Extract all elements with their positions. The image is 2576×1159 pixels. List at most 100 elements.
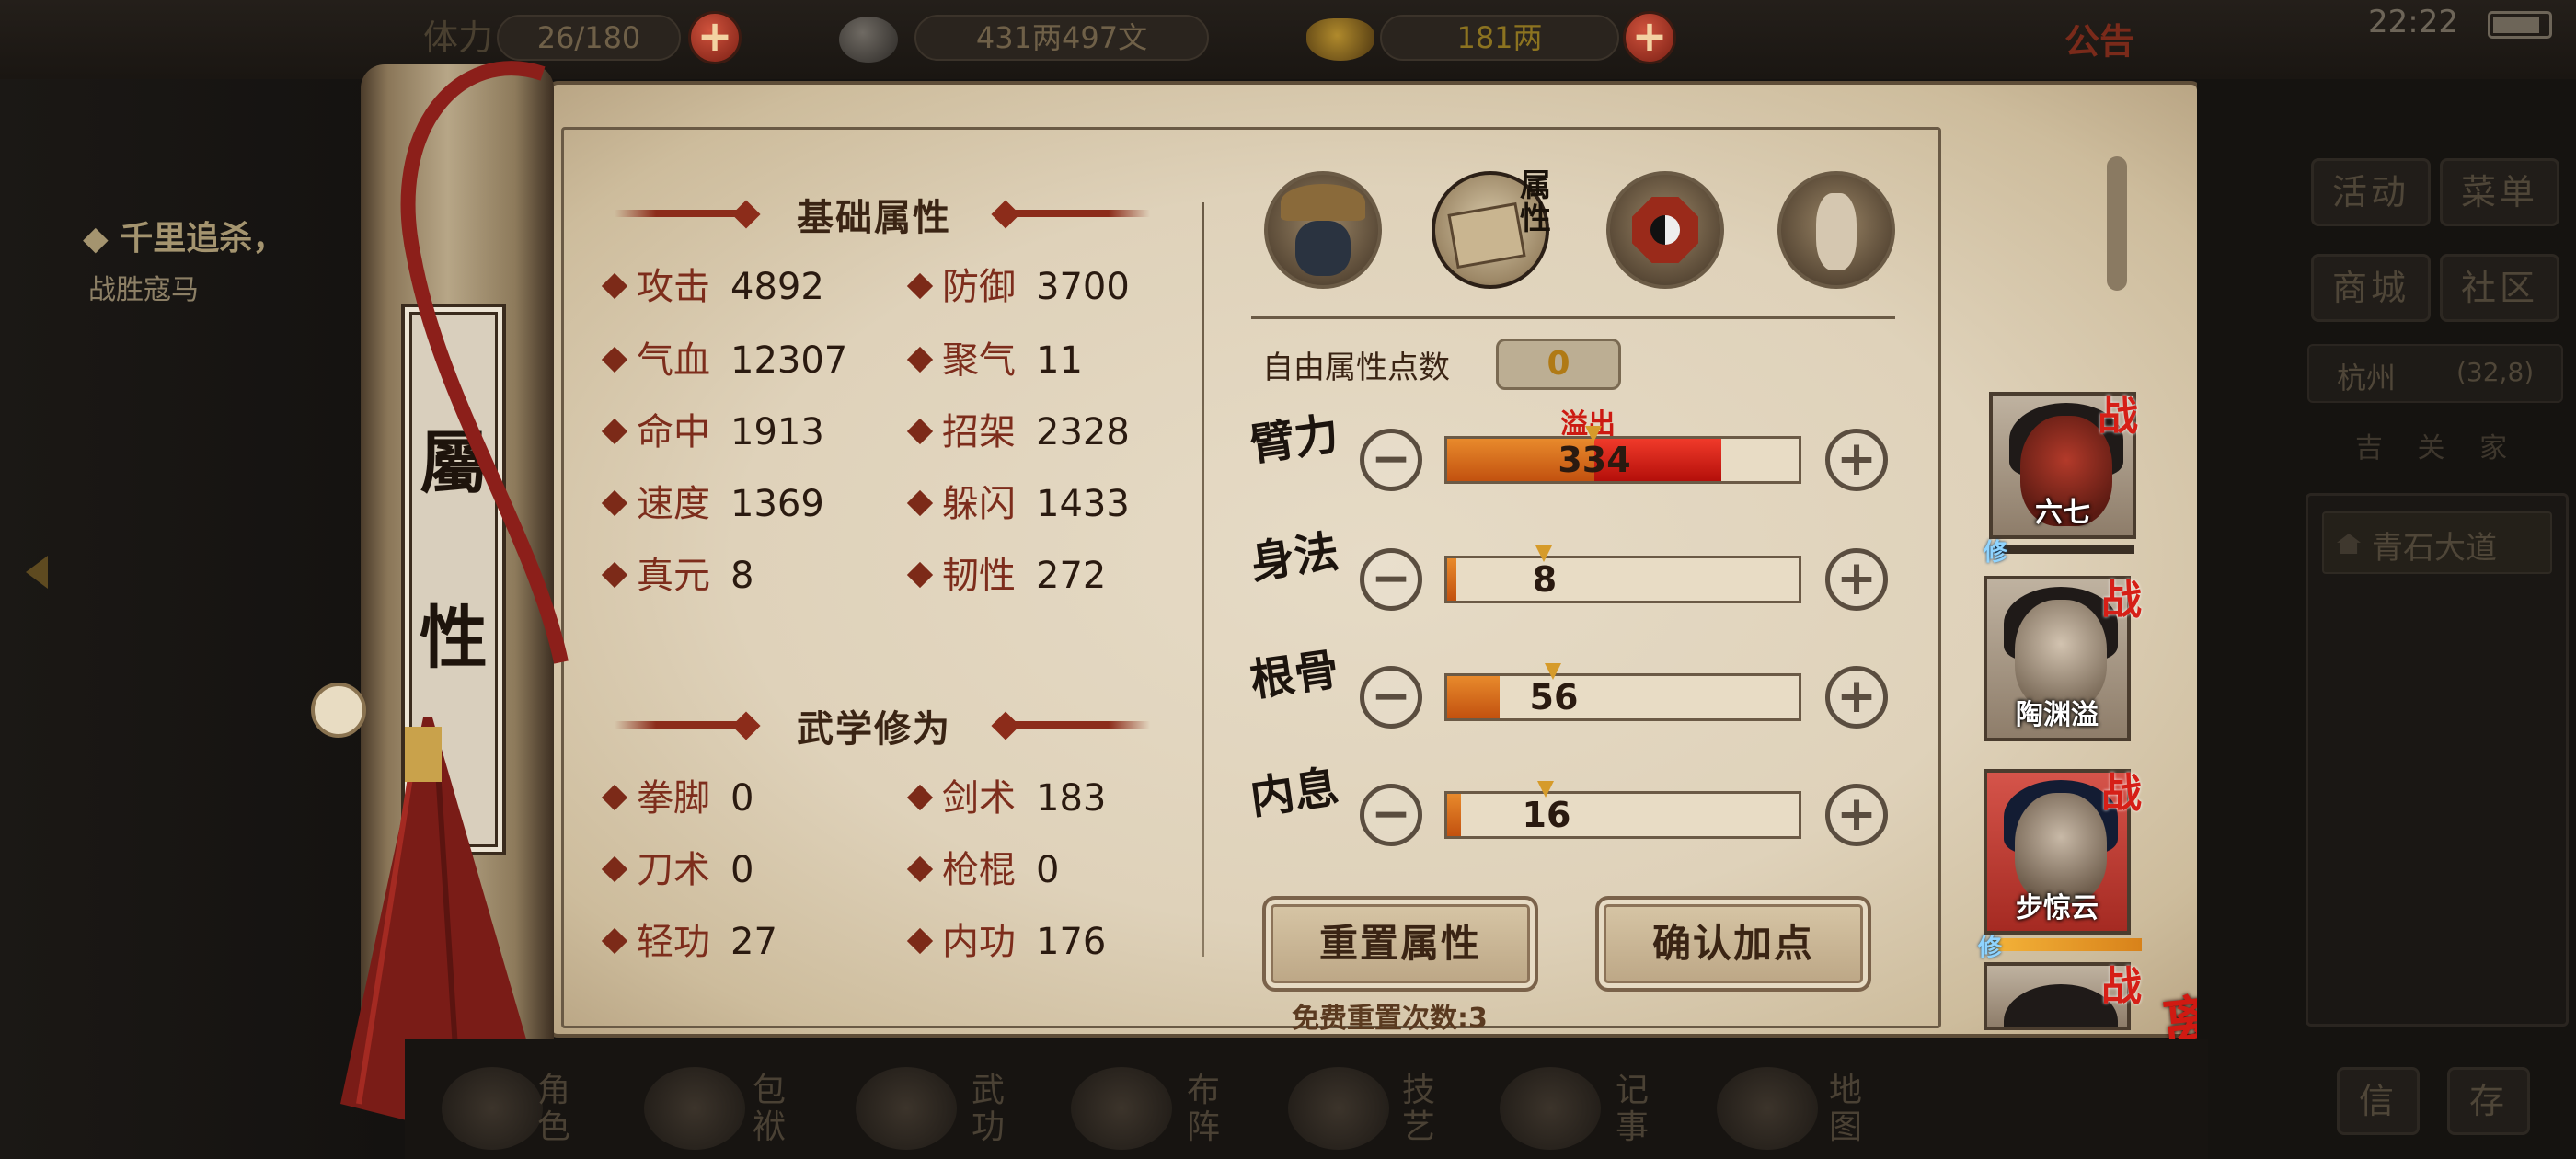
tab-character[interactable] xyxy=(1264,171,1382,289)
stat-value: 1913 xyxy=(730,411,824,453)
martial-lightness: 轻功 27 xyxy=(601,916,777,968)
stat-label: 躲闪 xyxy=(942,483,1016,525)
breath-fill-base xyxy=(1447,794,1462,836)
base-attrs-title: 基础属性 xyxy=(797,197,951,239)
formation-nav-icon[interactable] xyxy=(1071,1067,1172,1150)
agility-minus-button[interactable]: − xyxy=(1360,548,1422,611)
stat-value: 0 xyxy=(730,777,754,820)
stat-value: 0 xyxy=(730,849,754,891)
nav-label-formation[interactable]: 布阵 xyxy=(1185,1073,1222,1146)
breath-bar: 16 xyxy=(1444,781,1801,839)
stat-label: 速度 xyxy=(637,483,710,525)
stat-label: 防御 xyxy=(942,266,1016,308)
stat-value: 1433 xyxy=(1036,483,1130,525)
muscle-figure-icon xyxy=(1816,193,1857,270)
tassel-decoration xyxy=(311,61,569,1159)
nav-label-bag[interactable]: 包袱 xyxy=(751,1073,788,1146)
tab-attributes-label: 属性 xyxy=(1520,167,1551,237)
location-coords: (32,8) xyxy=(2456,357,2535,387)
stat-value: 176 xyxy=(1036,921,1107,963)
map-nav-icon[interactable] xyxy=(1717,1067,1818,1150)
journal-nav-icon[interactable] xyxy=(1500,1067,1601,1150)
stat-value: 12307 xyxy=(730,339,848,382)
free-reset-count: 免费重置次数:3 xyxy=(1292,1003,1488,1035)
stat-label: 韧性 xyxy=(942,555,1016,597)
martial-fist: 拳脚 0 xyxy=(601,773,754,824)
home-icon xyxy=(2337,534,2361,554)
stat-label: 内功 xyxy=(942,921,1016,963)
breath-plus-button[interactable]: + xyxy=(1825,784,1888,846)
hero-1-progress xyxy=(1995,545,2134,554)
nav-label-map[interactable]: 地图 xyxy=(1827,1073,1864,1146)
stat-accuracy: 命中 1913 xyxy=(601,407,824,458)
bag-nav-icon[interactable] xyxy=(644,1067,745,1150)
stat-label: 拳脚 xyxy=(637,777,710,820)
activity-button[interactable]: 活动 xyxy=(2311,158,2431,226)
martial-arts-nav-icon[interactable] xyxy=(856,1067,957,1150)
tab-meridian[interactable] xyxy=(1777,171,1895,289)
nav-label-character[interactable]: 角色 xyxy=(535,1073,572,1146)
tab-attributes[interactable]: 属性 xyxy=(1432,169,1551,289)
money-pill: 431两497文 xyxy=(914,15,1209,61)
stat-hp: 气血 12307 xyxy=(601,335,848,386)
community-button[interactable]: 社区 xyxy=(2440,254,2559,322)
character-nav-icon[interactable] xyxy=(442,1067,543,1150)
add-gold-button[interactable]: + xyxy=(1623,11,1676,64)
letter-button[interactable]: 信 xyxy=(2337,1067,2420,1135)
stat-true-energy: 真元 8 xyxy=(601,550,754,602)
shop-button[interactable]: 商城 xyxy=(2311,254,2431,322)
strength-bar: 334 xyxy=(1444,426,1801,484)
tab-formation[interactable] xyxy=(1606,171,1724,289)
stat-focus: 聚气 11 xyxy=(906,335,1083,386)
breath-value: 16 xyxy=(1522,795,1571,835)
hero-3-battle-tag: 战 xyxy=(2101,770,2142,817)
stat-label: 真元 xyxy=(637,555,710,597)
gold-pill: 181两 xyxy=(1380,15,1619,61)
gold-ingot-icon xyxy=(1306,18,1374,61)
skills-nav-icon[interactable] xyxy=(1288,1067,1389,1150)
stat-value: 183 xyxy=(1036,777,1107,820)
martial-title-ornament-right xyxy=(1012,721,1150,729)
straw-hat-icon xyxy=(1281,184,1365,221)
constitution-bar: 56 xyxy=(1444,663,1801,721)
confirm-points-button[interactable]: 确认加点 xyxy=(1595,896,1871,992)
collapse-arrow-icon[interactable] xyxy=(26,556,48,589)
stat-toughness: 韧性 272 xyxy=(906,550,1106,602)
constitution-plus-button[interactable]: + xyxy=(1825,666,1888,729)
battery-icon xyxy=(2488,11,2552,39)
hero-3-training-tag: 修 xyxy=(1978,935,2003,962)
strength-minus-button[interactable]: − xyxy=(1360,429,1422,491)
stat-value: 2328 xyxy=(1036,411,1130,453)
stat-parry: 招架 2328 xyxy=(906,407,1130,458)
free-points-label: 自由属性点数 xyxy=(1262,350,1450,386)
clock-text: 22:22 xyxy=(2368,4,2458,40)
place-item[interactable]: 青石大道 xyxy=(2322,511,2552,574)
stat-label: 命中 xyxy=(637,411,710,453)
strength-plus-button[interactable]: + xyxy=(1825,429,1888,491)
agility-plus-button[interactable]: + xyxy=(1825,548,1888,611)
base-title-ornament-right xyxy=(1012,210,1150,217)
reset-attributes-button[interactable]: 重置属性 xyxy=(1262,896,1538,992)
constitution-value: 56 xyxy=(1529,677,1579,717)
stat-label: 气血 xyxy=(637,339,710,382)
constitution-minus-button[interactable]: − xyxy=(1360,666,1422,729)
scrollbar-track[interactable] xyxy=(2107,156,2127,291)
nav-label-skills[interactable]: 技艺 xyxy=(1400,1073,1437,1146)
stat-attack: 攻击 4892 xyxy=(601,261,824,313)
add-stamina-button[interactable]: + xyxy=(688,11,742,64)
nav-label-journal[interactable]: 记事 xyxy=(1614,1073,1650,1146)
menu-button[interactable]: 菜单 xyxy=(2440,158,2559,226)
nav-label-martial[interactable]: 武功 xyxy=(970,1073,1006,1146)
hero-2-battle-tag: 战 xyxy=(2101,577,2142,624)
constitution-fill-base xyxy=(1447,676,1501,718)
strength-value: 334 xyxy=(1558,440,1631,480)
location-bar: 杭州 (32,8) xyxy=(2307,344,2563,403)
save-button[interactable]: 存 xyxy=(2447,1067,2530,1135)
stat-value: 8 xyxy=(730,555,754,597)
notice-button[interactable]: 公告 xyxy=(2064,13,2134,63)
character-body-icon xyxy=(1295,221,1351,276)
breath-minus-button[interactable]: − xyxy=(1360,784,1422,846)
hero-3-progress xyxy=(1989,938,2142,951)
hero-4-battle-tag: 战 xyxy=(2101,963,2142,1010)
agility-bar: 8 xyxy=(1444,545,1801,603)
